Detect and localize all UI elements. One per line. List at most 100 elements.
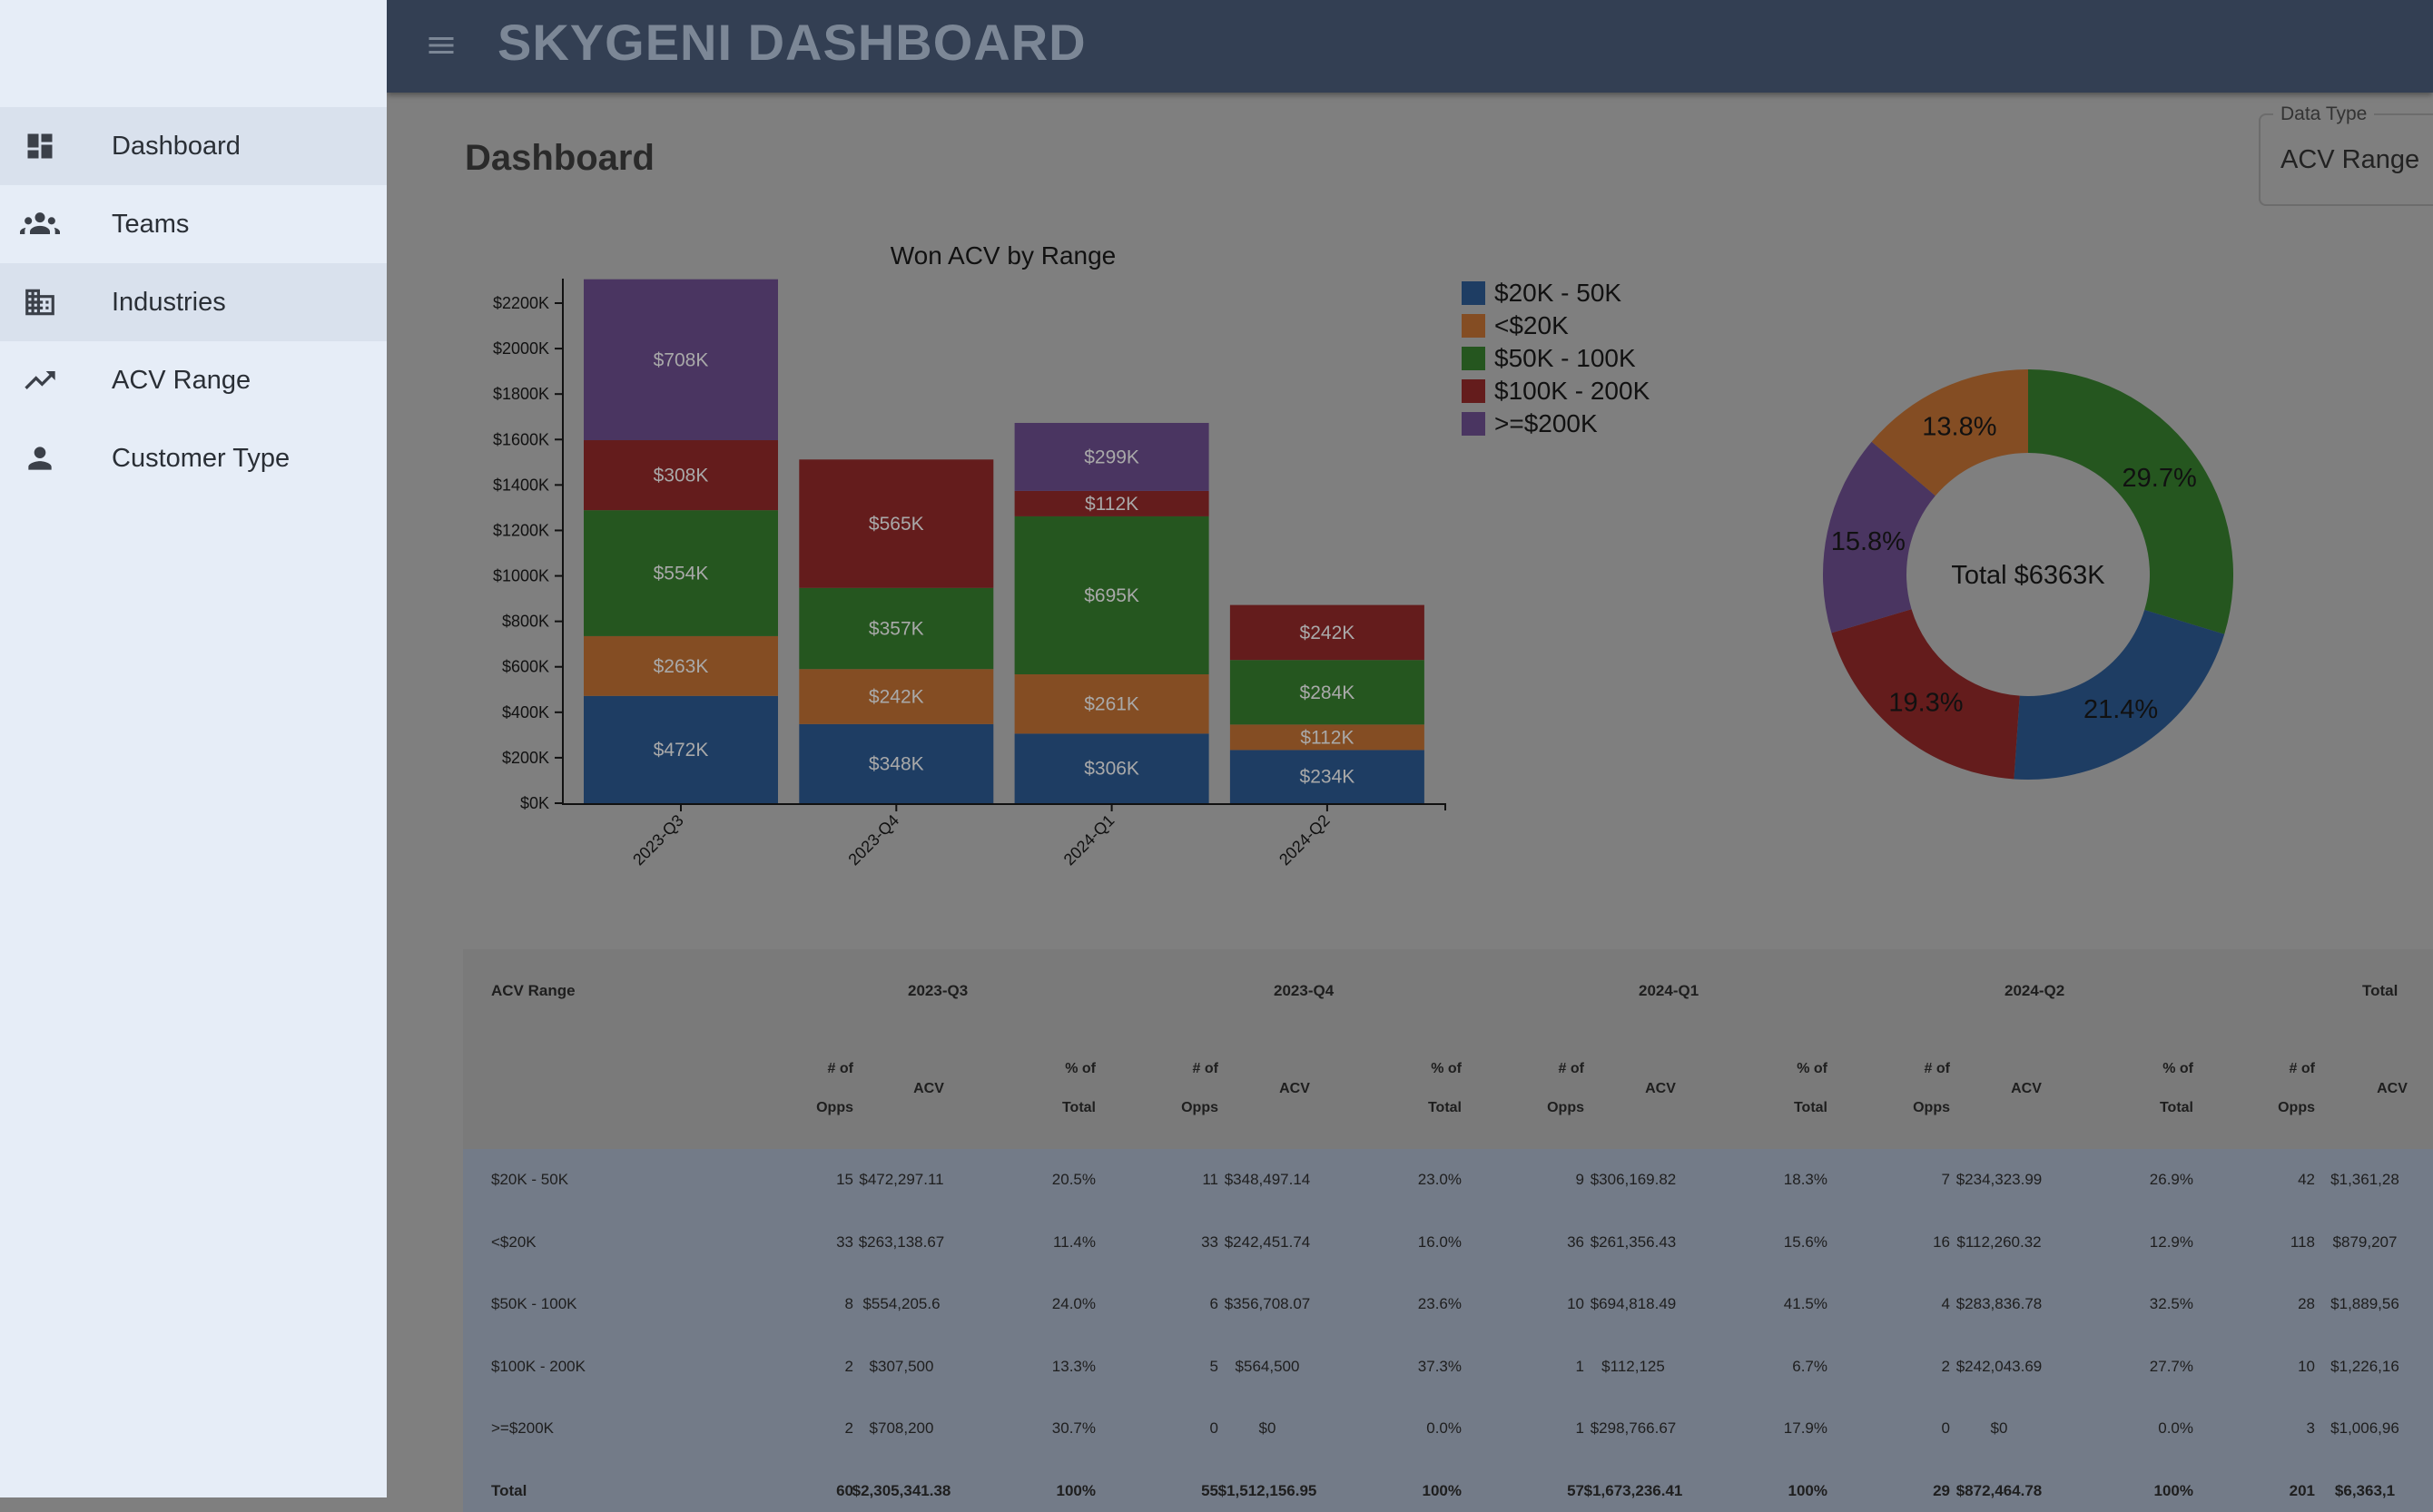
sidebar-item-acv-range[interactable]: ACV Range [0,341,387,419]
opps-column-header: # of Opps [1547,1061,1584,1115]
y-tick-label: $1800K [493,385,549,403]
table-body: $20K - 50K 15 $472,297.11 20.5% 11 $348,497.1… [463,1149,2433,1512]
table-cell: $879,207 [2332,1232,2398,1251]
sidebar-item-label: ACV Range [112,365,251,395]
acv-column-header: ACV [2011,1081,2042,1096]
bar-value-label: $472K [654,740,709,761]
opps-column-header: # of Opps [2278,1061,2315,1115]
legend-swatch [1462,281,1485,305]
table-cell: $1,889,56 [2330,1295,2399,1313]
period-header: 2023-Q3 [908,982,969,999]
donut-slice-label: 21.4% [2083,695,2158,724]
period-header: 2023-Q4 [1274,982,1335,999]
table-subheader-row: # of Opps ACV % of Total # of Opps ACV % of Total… [463,1031,2433,1149]
bar-value-label: $299K [1084,447,1139,467]
table-row: $20K - 50K 15 $472,297.11 20.5% 11 $348,497.1… [463,1149,2433,1211]
data-type-label: Data Type [2273,103,2375,125]
acv-share-donut-chart: 29.7% 21.4% 19.3% 15.8% 13.8% Total $6363K [1822,369,2233,781]
trending-up-icon [20,360,60,400]
chart-title: Won ACV by Range [891,241,1117,270]
donut-slice-label: 19.3% [1888,688,1963,717]
table-row: <$20K 33 $263,138.67 11.4% 33 $242,451.74 16.0… [463,1212,2433,1273]
x-tick-label: 2024-Q2 [1276,811,1334,869]
bar-value-label: $357K [869,619,924,640]
bar-value-label: $261K [1084,694,1139,715]
legend-label: $20K - 50K [1494,279,1621,307]
acv-column-header: ACV [1645,1081,1676,1096]
row-label: $50K - 100K [491,1295,577,1313]
table-header-row: ACV Range 2023-Q3 2023-Q4 2024-Q1 2024-Q… [463,949,2433,1032]
donut-slice-label: 13.8% [1922,413,1996,442]
legend-swatch [1462,379,1485,403]
x-tick-label: 2023-Q4 [844,811,902,869]
y-tick-label: $400K [502,703,549,722]
acv-range-table: ACV Range 2023-Q3 2023-Q4 2024-Q1 2024-Q… [463,949,2433,1512]
y-tick-label: $200K [502,749,549,767]
app-title: SKYGENI DASHBOARD [497,14,1087,71]
person-icon [20,438,60,478]
y-tick-label: $1400K [493,476,549,494]
row-label: >=$200K [491,1419,555,1438]
period-header: 2024-Q1 [1639,982,1699,999]
sidebar-item-customer-type[interactable]: Customer Type [0,419,387,497]
dashboard-icon [20,126,60,166]
sidebar-item-dashboard[interactable]: Dashboard [0,107,387,185]
bar-value-label: $565K [869,514,924,535]
table-cell: $1,006,96 [2330,1419,2399,1438]
x-tick-label: 2024-Q1 [1060,811,1118,869]
building-icon [20,282,60,322]
donut-slice-label: 15.8% [1831,527,1906,556]
pct-column-header: % of Total [1793,1061,1827,1115]
page-title: Dashboard [465,138,655,178]
opps-column-header: # of Opps [1913,1061,1950,1115]
bar-value-label: $284K [1300,682,1355,703]
bar-value-label: $308K [654,466,709,486]
pct-column-header: % of Total [2159,1061,2193,1115]
x-tick-label: 2023-Q3 [629,811,687,869]
bar-value-label: $554K [654,564,709,584]
y-tick-label: $2200K [493,294,549,312]
bar-value-label: $348K [869,753,924,774]
table-cell: $1,361,28 [2330,1171,2399,1188]
row-label: $20K - 50K [491,1171,569,1188]
legend-label: >=$200K [1494,409,1598,437]
donut-slice-label: 29.7% [2123,464,2197,493]
y-tick-label: $2000K [493,339,549,358]
sidebar-item-teams[interactable]: Teams [0,185,387,263]
y-tick-label: $600K [502,658,549,676]
menu-icon[interactable] [421,25,461,65]
y-tick-label: $800K [502,613,549,631]
donut-center-label: Total $6363K [1951,561,2105,590]
range-column-header: ACV Range [491,982,576,999]
bar-value-label: $263K [654,656,709,677]
acv-column-header: ACV [913,1081,944,1096]
legend-swatch [1462,347,1485,370]
y-tick-label: $1600K [493,430,549,448]
table-cell: $1,226,16 [2330,1357,2399,1375]
app-bar: SKYGENI DASHBOARD [387,0,2433,93]
data-type-value[interactable]: ACV Range [2280,145,2419,175]
y-tick-label: $1200K [493,521,549,539]
opps-column-header: # of Opps [1181,1061,1218,1115]
legend-swatch [1462,314,1485,338]
pct-column-header: % of Total [1427,1061,1462,1115]
legend-label: $100K - 200K [1494,377,1650,405]
sidebar-item-label: Dashboard [112,131,241,161]
legend-swatch [1462,412,1485,436]
bar-value-label: $695K [1084,585,1139,606]
bar-value-label: $112K [1300,727,1354,748]
donut-slice [2028,369,2233,634]
bar-value-label: $242K [869,687,924,708]
table-row: >=$200K 2 $708,200 30.7% 0 $0 0.0% 1 $298,766.67… [463,1398,2433,1459]
row-label: <$20K [491,1232,537,1251]
bar-value-label: $234K [1300,767,1355,788]
table-cell: $6,363,1 [2334,1482,2396,1499]
sidebar-item-industries[interactable]: Industries [0,263,387,341]
groups-icon [20,204,60,244]
period-header: Total [2362,982,2399,999]
bar-value-label: $708K [654,349,709,370]
opps-column-header: # of Opps [816,1061,853,1115]
bar-value-label: $306K [1084,759,1139,780]
sidebar: Dashboard Teams Industries ACV Range Cus… [0,0,387,1497]
bar-value-label: $242K [1300,623,1355,643]
